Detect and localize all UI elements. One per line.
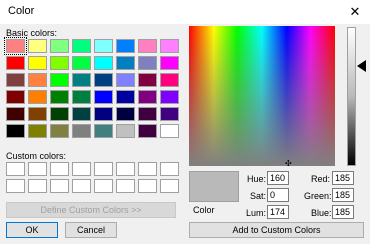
custom-color-swatch[interactable] (138, 162, 157, 176)
basic-color-swatch[interactable] (138, 90, 157, 104)
basic-color-swatch[interactable] (160, 56, 179, 70)
red-field[interactable]: 185 (332, 171, 354, 185)
basic-color-swatch[interactable] (116, 39, 135, 53)
basic-color-swatch[interactable] (116, 73, 135, 87)
basic-color-swatch[interactable] (94, 107, 113, 121)
basic-color-swatch[interactable] (28, 73, 47, 87)
window-title: Color (8, 5, 35, 17)
color-spectrum[interactable] (189, 26, 335, 166)
custom-color-swatch[interactable] (160, 179, 179, 193)
luminosity-slider[interactable] (347, 27, 356, 166)
basic-color-swatch[interactable] (6, 73, 25, 87)
basic-color-swatch[interactable] (28, 39, 47, 53)
basic-color-swatch[interactable] (50, 73, 69, 87)
custom-color-swatch[interactable] (50, 179, 69, 193)
basic-colors-grid (4, 37, 179, 138)
basic-color-swatch[interactable] (160, 107, 179, 121)
basic-color-swatch[interactable] (50, 39, 69, 53)
custom-color-swatch[interactable] (6, 179, 25, 193)
lum-label: Lum: (246, 208, 267, 218)
basic-color-swatch[interactable] (160, 90, 179, 104)
basic-color-swatch[interactable] (28, 124, 47, 138)
basic-color-swatch[interactable] (94, 56, 113, 70)
hue-label: Hue: (247, 174, 267, 184)
basic-colors-label: Basic colors: (6, 28, 58, 38)
basic-color-swatch[interactable] (160, 124, 179, 138)
title-bar: Color ✕ (0, 0, 370, 24)
custom-color-swatch[interactable] (94, 179, 113, 193)
basic-color-swatch[interactable] (160, 39, 179, 53)
red-label: Red: (311, 174, 331, 184)
basic-color-swatch[interactable] (50, 90, 69, 104)
basic-color-swatch[interactable] (28, 90, 47, 104)
basic-color-swatch[interactable] (116, 90, 135, 104)
basic-color-swatch[interactable] (94, 90, 113, 104)
custom-colors-grid (6, 162, 179, 193)
lum-field[interactable]: 174 (267, 205, 289, 219)
basic-color-swatch[interactable] (28, 107, 47, 121)
custom-color-swatch[interactable] (116, 179, 135, 193)
basic-color-swatch[interactable] (138, 107, 157, 121)
green-label: Green: (304, 191, 332, 201)
custom-color-swatch[interactable] (50, 162, 69, 176)
green-field[interactable]: 185 (332, 188, 354, 202)
basic-color-swatch[interactable] (116, 107, 135, 121)
basic-color-swatch[interactable] (6, 90, 25, 104)
color-preview (189, 171, 239, 202)
cancel-button[interactable]: Cancel (65, 222, 117, 238)
custom-color-swatch[interactable] (116, 162, 135, 176)
basic-color-swatch[interactable] (50, 56, 69, 70)
basic-color-swatch[interactable] (4, 37, 27, 55)
basic-color-swatch[interactable] (72, 107, 91, 121)
basic-color-swatch[interactable] (138, 73, 157, 87)
crosshair-icon: ✣ (285, 159, 292, 168)
blue-label: Blue: (311, 208, 332, 218)
basic-color-swatch[interactable] (138, 56, 157, 70)
sat-label: Sat: (250, 191, 267, 201)
basic-color-swatch[interactable] (6, 124, 25, 138)
basic-color-swatch[interactable] (116, 124, 135, 138)
sat-field[interactable]: 0 (267, 188, 289, 202)
custom-color-swatch[interactable] (72, 162, 91, 176)
ok-button[interactable]: OK (6, 222, 58, 238)
hue-field[interactable]: 160 (267, 171, 289, 185)
custom-color-swatch[interactable] (28, 179, 47, 193)
custom-color-swatch[interactable] (138, 179, 157, 193)
luminosity-arrow-icon[interactable] (357, 60, 366, 72)
basic-color-swatch[interactable] (72, 56, 91, 70)
basic-color-swatch[interactable] (160, 73, 179, 87)
basic-color-swatch[interactable] (72, 124, 91, 138)
color-label: Color (193, 205, 215, 215)
basic-color-swatch[interactable] (72, 39, 91, 53)
close-icon[interactable]: ✕ (340, 0, 370, 24)
custom-color-swatch[interactable] (160, 162, 179, 176)
custom-color-swatch[interactable] (94, 162, 113, 176)
add-to-custom-colors-button[interactable]: Add to Custom Colors (189, 222, 364, 238)
basic-color-swatch[interactable] (28, 56, 47, 70)
custom-color-swatch[interactable] (6, 162, 25, 176)
basic-color-swatch[interactable] (94, 73, 113, 87)
custom-colors-label: Custom colors: (6, 151, 67, 161)
define-custom-colors-button[interactable]: Define Custom Colors >> (6, 202, 176, 218)
basic-color-swatch[interactable] (72, 73, 91, 87)
basic-color-swatch[interactable] (6, 107, 25, 121)
basic-color-swatch[interactable] (50, 124, 69, 138)
basic-color-swatch[interactable] (116, 56, 135, 70)
basic-color-swatch[interactable] (72, 90, 91, 104)
basic-color-swatch[interactable] (6, 56, 25, 70)
custom-color-swatch[interactable] (28, 162, 47, 176)
basic-color-swatch[interactable] (94, 124, 113, 138)
basic-color-swatch[interactable] (94, 39, 113, 53)
basic-color-swatch[interactable] (138, 124, 157, 138)
basic-color-swatch[interactable] (138, 39, 157, 53)
blue-field[interactable]: 185 (332, 205, 354, 219)
basic-color-swatch[interactable] (50, 107, 69, 121)
custom-color-swatch[interactable] (72, 179, 91, 193)
